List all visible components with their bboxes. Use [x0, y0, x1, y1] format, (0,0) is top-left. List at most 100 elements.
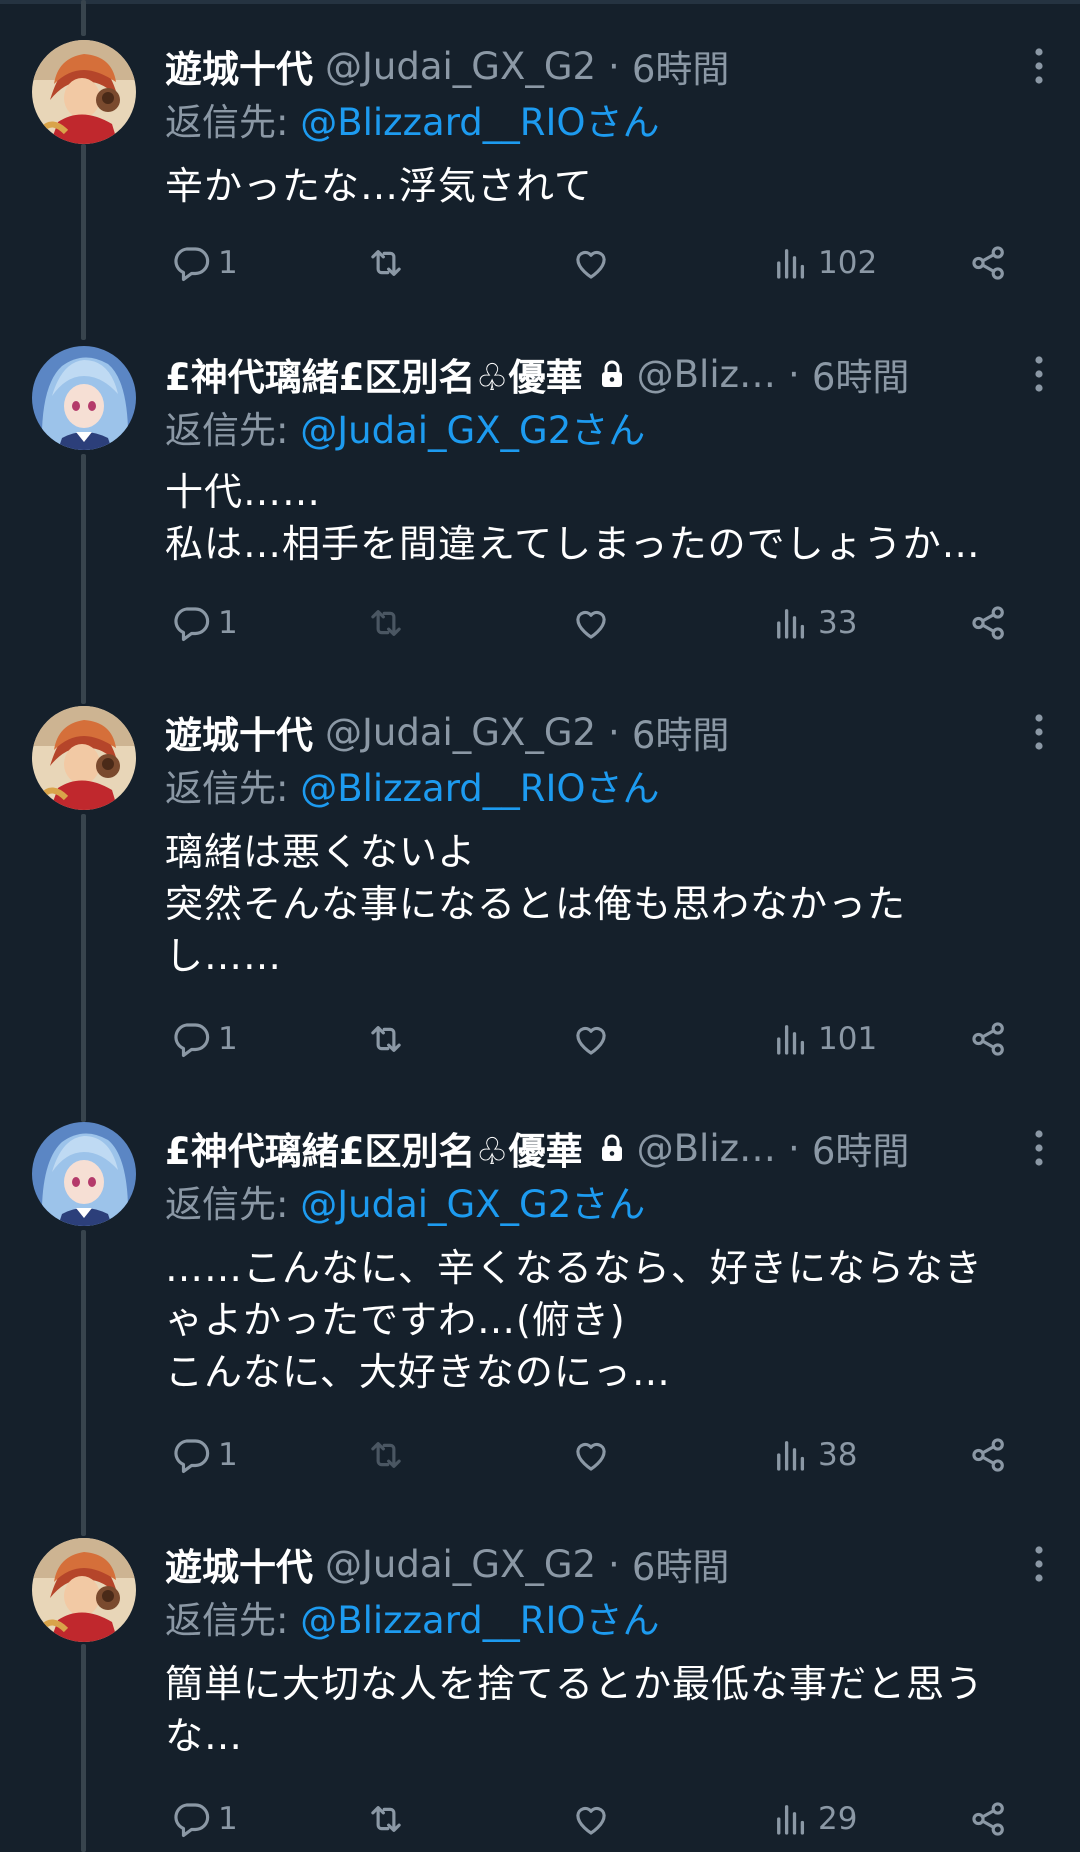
retweet-icon	[371, 610, 401, 636]
views-button[interactable]: 101	[770, 1014, 877, 1064]
timestamp[interactable]: 6時間	[812, 347, 910, 401]
like-icon	[576, 610, 606, 639]
more-icon[interactable]	[1024, 352, 1054, 396]
like-icon	[576, 1026, 606, 1055]
reply-context: 返信先: @Judai_GX_G2さん	[165, 1180, 645, 1230]
views-icon	[777, 1441, 805, 1471]
tweet-header: 遊城十代 @Judai_GX_G2 · 6時間	[165, 1534, 1043, 1594]
reply-button[interactable]: 1	[170, 1014, 238, 1064]
reply-to-link[interactable]: @Judai_GX_G2さん	[300, 1183, 645, 1226]
views-count: 101	[818, 1021, 878, 1057]
timestamp[interactable]: 6時間	[812, 1121, 910, 1175]
like-icon	[576, 1442, 606, 1471]
author-name[interactable]: 遊城十代	[165, 1537, 313, 1591]
views-button[interactable]: 33	[770, 598, 857, 648]
share-button[interactable]	[968, 1430, 1010, 1480]
tweet[interactable]: 遊城十代 @Judai_GX_G2 · 6時間 返信先: @Blizzard__…	[0, 0, 1080, 300]
author-name[interactable]: 遊城十代	[165, 39, 313, 93]
like-button[interactable]	[570, 598, 618, 648]
share-icon	[972, 246, 1004, 280]
reply-icon	[174, 607, 210, 642]
action-bar: 1 101	[165, 1014, 1040, 1064]
author-handle[interactable]: @Bliz…	[637, 353, 776, 396]
share-button[interactable]	[968, 1014, 1010, 1064]
separator-dot: ·	[608, 44, 620, 88]
more-icon[interactable]	[1024, 44, 1054, 88]
retweet-icon	[371, 1442, 401, 1468]
avatar[interactable]	[32, 40, 136, 144]
views-icon	[777, 249, 805, 279]
judai-avatar	[32, 706, 136, 810]
retweet-button[interactable]	[365, 598, 413, 648]
reply-to-link[interactable]: @Judai_GX_G2さん	[300, 409, 645, 452]
reply-button[interactable]: 1	[170, 1794, 238, 1844]
reply-icon	[174, 1023, 210, 1058]
reply-count: 1	[218, 1801, 238, 1837]
share-button[interactable]	[968, 238, 1010, 288]
avatar[interactable]	[32, 1538, 136, 1642]
author-name[interactable]: £神代璃緒£区別名♧優華	[165, 347, 583, 401]
share-icon	[972, 1802, 1004, 1836]
views-button[interactable]: 102	[770, 238, 877, 288]
author-name[interactable]: £神代璃緒£区別名♧優華	[165, 1121, 583, 1175]
like-button[interactable]	[570, 238, 618, 288]
more-icon[interactable]	[1024, 710, 1054, 754]
reply-button[interactable]: 1	[170, 1430, 238, 1480]
more-icon[interactable]	[1024, 1126, 1054, 1170]
author-handle[interactable]: @Judai_GX_G2	[325, 45, 596, 88]
tweet[interactable]: £神代璃緒£区別名♧優華 @Bliz… · 6時間 返信先: @Judai_GX…	[0, 300, 1080, 660]
reply-prefix: 返信先:	[165, 767, 301, 810]
timestamp[interactable]: 6時間	[632, 1537, 730, 1591]
retweet-button[interactable]	[365, 1794, 413, 1844]
share-button[interactable]	[968, 598, 1010, 648]
like-button[interactable]	[570, 1014, 618, 1064]
tweet[interactable]: 遊城十代 @Judai_GX_G2 · 6時間 返信先: @Blizzard__…	[0, 1492, 1080, 1852]
tweet[interactable]: 遊城十代 @Judai_GX_G2 · 6時間 返信先: @Blizzard__…	[0, 660, 1080, 1076]
views-count: 38	[818, 1437, 858, 1473]
author-name[interactable]: 遊城十代	[165, 705, 313, 759]
reply-count: 1	[218, 245, 238, 281]
views-button[interactable]: 38	[770, 1430, 857, 1480]
lock-icon	[601, 1134, 622, 1161]
views-button[interactable]: 29	[770, 1794, 857, 1844]
reply-to-link[interactable]: @Blizzard__RIOさん	[300, 1599, 659, 1642]
retweet-button[interactable]	[365, 1430, 413, 1480]
tweet[interactable]: £神代璃緒£区別名♧優華 @Bliz… · 6時間 返信先: @Judai_GX…	[0, 1076, 1080, 1492]
tweet-text: 辛かったな…浮気されて	[165, 164, 593, 208]
views-icon	[777, 1805, 805, 1835]
tweet-text: ……こんなに、辛くなるなら、好きにならなき ゃよかったですわ…(俯き) こんなに…	[165, 1246, 983, 1394]
share-button[interactable]	[968, 1794, 1010, 1844]
reply-to-link[interactable]: @Blizzard__RIOさん	[300, 767, 659, 810]
lock-icon	[601, 360, 622, 387]
reply-icon	[174, 247, 210, 282]
like-button[interactable]	[570, 1430, 618, 1480]
avatar[interactable]	[32, 1122, 136, 1226]
share-icon	[972, 1438, 1004, 1472]
author-handle[interactable]: @Judai_GX_G2	[325, 1543, 596, 1586]
avatar[interactable]	[32, 706, 136, 810]
retweet-icon	[371, 1026, 401, 1052]
action-bar: 1 102	[165, 238, 1040, 288]
reply-button[interactable]: 1	[170, 598, 238, 648]
retweet-button[interactable]	[365, 1014, 413, 1064]
reply-button[interactable]: 1	[170, 238, 238, 288]
tweet-text: 簡単に大切な人を捨てるとか最低な事だと思う な…	[165, 1662, 985, 1758]
tweet-text: 璃緒は悪くないよ 突然そんな事になるとは俺も思わなかった し……	[165, 830, 907, 978]
author-handle[interactable]: @Judai_GX_G2	[325, 711, 596, 754]
reply-count: 1	[218, 605, 238, 641]
like-button[interactable]	[570, 1794, 618, 1844]
action-bar: 1 38	[165, 1430, 1040, 1480]
avatar[interactable]	[32, 346, 136, 450]
retweet-button[interactable]	[365, 238, 413, 288]
share-icon	[972, 1022, 1004, 1056]
reply-prefix: 返信先:	[165, 1183, 301, 1226]
reply-count: 1	[218, 1021, 238, 1057]
reply-to-link[interactable]: @Blizzard__RIOさん	[300, 101, 659, 144]
timestamp[interactable]: 6時間	[632, 39, 730, 93]
views-count: 33	[818, 605, 858, 641]
author-handle[interactable]: @Bliz…	[637, 1127, 776, 1170]
more-icon[interactable]	[1024, 1542, 1054, 1586]
tweet-header: £神代璃緒£区別名♧優華 @Bliz… · 6時間	[165, 1118, 1043, 1178]
views-count: 29	[818, 1801, 858, 1837]
timestamp[interactable]: 6時間	[632, 705, 730, 759]
